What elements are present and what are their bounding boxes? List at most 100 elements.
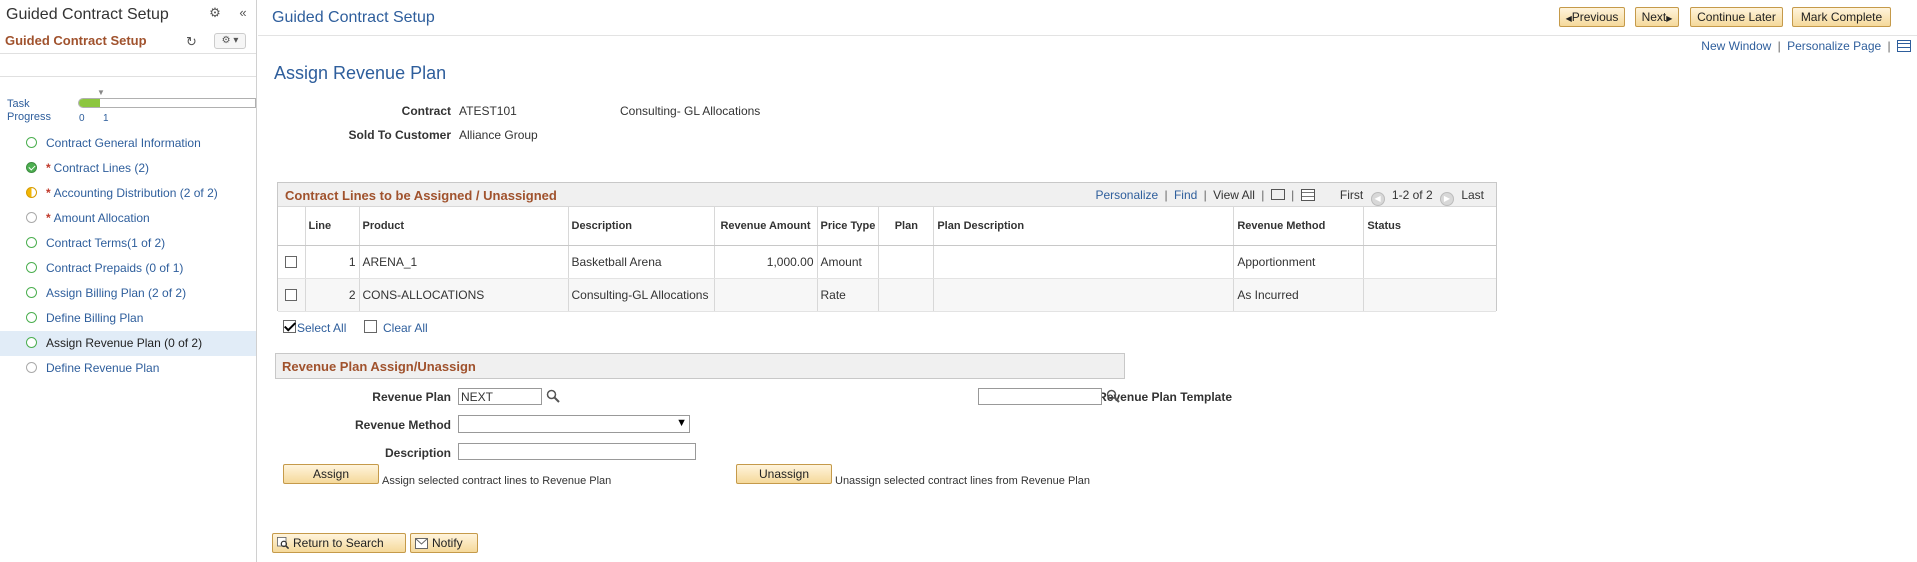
assign-button[interactable]: Assign	[283, 464, 379, 484]
step-status-icon	[26, 337, 37, 348]
step-item[interactable]: * Amount Allocation	[0, 206, 256, 231]
next-button[interactable]: Next▶	[1635, 7, 1679, 27]
cell-description: Consulting-GL Allocations	[567, 278, 714, 312]
step-item[interactable]: Contract General Information	[0, 131, 256, 156]
zoom-icon[interactable]	[1270, 189, 1285, 200]
column-header-product: Product	[358, 207, 568, 246]
page-links: New Window | Personalize Page |	[1701, 39, 1917, 57]
step-item[interactable]: Define Billing Plan	[0, 306, 256, 331]
grid-navigation: Personalize | Find | View All | | First …	[1095, 188, 1484, 206]
step-label-text: Contract Lines (2)	[53, 161, 150, 175]
step-item[interactable]: * Contract Lines (2)	[0, 156, 256, 181]
step-label-text: Contract Prepaids (0 of 1)	[46, 261, 184, 275]
cell-status	[1363, 278, 1496, 312]
step-label: Assign Revenue Plan (0 of 2)	[46, 336, 202, 350]
required-mark: *	[46, 211, 51, 225]
notify-button[interactable]: Notify	[410, 533, 478, 553]
revenue-method-label: Revenue Method	[354, 418, 451, 432]
step-label-text: Assign Revenue Plan (0 of 2)	[46, 336, 203, 350]
step-label-text: Define Billing Plan	[46, 311, 144, 325]
personalize-link[interactable]: Personalize	[1095, 188, 1158, 202]
clear-all-label: Clear All	[383, 321, 428, 335]
task-progress-label: Task Progress	[7, 98, 52, 123]
mark-complete-button[interactable]: Mark Complete	[1792, 7, 1891, 27]
separator: |	[1261, 188, 1265, 202]
revenue-method-select[interactable]: ▼	[458, 415, 690, 433]
step-item[interactable]: Assign Revenue Plan (0 of 2)	[0, 331, 256, 356]
column-header-revenue-method: Revenue Method	[1233, 207, 1364, 246]
cell-plan	[878, 278, 934, 312]
cell-price-type: Rate	[816, 278, 879, 312]
step-label-text: Accounting Distribution (2 of 2)	[53, 186, 218, 200]
cell-amount: 1,000.00	[713, 245, 817, 279]
step-item[interactable]: Assign Billing Plan (2 of 2)	[0, 281, 256, 306]
unassign-button[interactable]: Unassign	[736, 464, 832, 484]
step-item[interactable]: Define Revenue Plan	[0, 356, 256, 381]
contract-id: ATEST101	[459, 104, 517, 118]
return-to-search-button[interactable]: Return to Search	[272, 533, 406, 553]
row-range: 1-2 of 2	[1391, 188, 1433, 202]
actions-menu-button[interactable]: ⚙ ▾	[214, 33, 246, 49]
search-icon[interactable]	[546, 389, 560, 403]
page-title: Guided Contract Setup	[272, 9, 435, 26]
select-all-button[interactable]: Select All	[283, 320, 346, 335]
step-label: * Accounting Distribution (2 of 2)	[46, 186, 218, 200]
last-link: Last	[1461, 188, 1484, 202]
section-title: Revenue Plan Assign/Unassign	[282, 359, 476, 374]
cell-plan-desc	[933, 278, 1234, 312]
search-icon	[277, 536, 290, 554]
previous-button[interactable]: ◀Previous	[1559, 7, 1625, 27]
row-checkbox[interactable]	[285, 289, 298, 302]
table-row: 1 ARENA_1 Basketball Arena 1,000.00 Amount Ap…	[278, 245, 1496, 279]
continue-later-button[interactable]: Continue Later	[1690, 7, 1783, 27]
search-icon[interactable]	[1106, 389, 1120, 403]
row-select-cell	[278, 278, 305, 312]
chevron-right-icon: ▶	[1666, 14, 1673, 23]
step-item[interactable]: Contract Terms(1 of 2)	[0, 231, 256, 256]
new-window-link[interactable]: New Window	[1701, 39, 1771, 53]
checkbox-checked-icon	[283, 320, 296, 333]
revenue-plan-label: Revenue Plan	[372, 390, 451, 404]
personalize-page-link[interactable]: Personalize Page	[1787, 39, 1881, 53]
cell-plan	[878, 245, 934, 279]
column-header-price-type: Price Type	[816, 207, 879, 246]
step-item[interactable]: * Accounting Distribution (2 of 2)	[0, 181, 256, 206]
download-icon[interactable]	[1300, 189, 1315, 201]
separator: |	[1777, 39, 1781, 53]
progress-tick: 0	[79, 113, 85, 124]
cell-line: 2	[304, 278, 359, 312]
find-link[interactable]: Find	[1174, 188, 1197, 202]
cell-line: 1	[304, 245, 359, 279]
description-input[interactable]	[458, 443, 696, 460]
next-row-icon[interactable]: ▶	[1439, 192, 1454, 206]
clear-all-button[interactable]: Clear All	[364, 320, 428, 335]
revenue-plan-input[interactable]	[458, 388, 542, 405]
task-progress-fill	[79, 99, 101, 107]
step-label: Contract General Information	[46, 136, 201, 150]
grid-layout-icon[interactable]	[1897, 40, 1911, 52]
step-label: Contract Terms(1 of 2)	[46, 236, 165, 250]
step-item[interactable]: Contract Prepaids (0 of 1)	[0, 256, 256, 281]
cell-status	[1363, 245, 1496, 279]
gear-icon[interactable]: ⚙	[208, 6, 222, 20]
left-panel: Guided Contract Setup ⚙ « Guided Contrac…	[0, 0, 257, 562]
chevron-down-icon: ▾	[233, 35, 239, 46]
grid-title: Contract Lines to be Assigned / Unassign…	[285, 188, 557, 203]
description-label: Description	[384, 446, 451, 460]
chevron-down-icon: ▼	[676, 417, 687, 429]
view-all-link[interactable]: View All	[1213, 188, 1255, 202]
grid-body: 1 ARENA_1 Basketball Arena 1,000.00 Amount Ap…	[278, 245, 1496, 312]
previous-row-icon[interactable]: ◀	[1370, 192, 1385, 206]
progress-tick: 1	[103, 113, 109, 124]
row-checkbox[interactable]	[285, 256, 298, 269]
revenue-plan-template-input[interactable]	[978, 388, 1102, 405]
cell-method: Apportionment	[1233, 245, 1364, 279]
column-header-status: Status	[1363, 207, 1496, 246]
collapse-icon[interactable]: «	[236, 6, 250, 20]
select-all-label: Select All	[297, 321, 347, 335]
step-label: Assign Billing Plan (2 of 2)	[46, 286, 186, 300]
refresh-icon[interactable]: ↻	[186, 34, 197, 50]
sold-to-customer-value: Alliance Group	[459, 128, 538, 142]
contract-label: Contract	[401, 104, 451, 118]
step-label: * Amount Allocation	[46, 211, 150, 225]
